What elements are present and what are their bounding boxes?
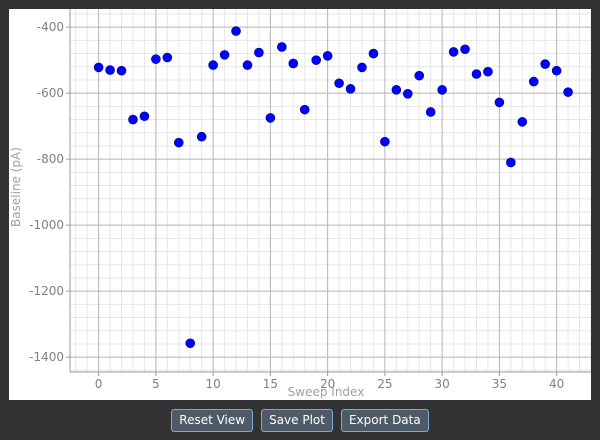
export-data-button[interactable]: Export Data [340, 408, 429, 432]
data-point [105, 65, 115, 75]
x-tick-label: 40 [549, 377, 564, 391]
data-point [311, 55, 321, 65]
y-tick-label: -1200 [29, 284, 64, 298]
data-point [563, 87, 573, 97]
toolbar: Reset View Save Plot Export Data [0, 400, 600, 440]
y-tick-label: -600 [37, 86, 64, 100]
data-point [471, 69, 482, 79]
data-point [196, 131, 207, 142]
data-point [242, 60, 253, 70]
x-tick-label: 15 [263, 377, 278, 391]
data-point [299, 104, 310, 115]
data-point [208, 60, 218, 70]
data-point [494, 97, 505, 108]
plot-panel[interactable]: 0 5 10 15 20 25 30 35 40 -400 -600 -800 -1000 -1200-… [9, 9, 591, 400]
y-tick-label: -800 [37, 152, 64, 166]
data-point [116, 65, 127, 76]
data-point [540, 59, 550, 69]
data-point [437, 85, 447, 95]
data-point [277, 42, 287, 52]
data-point [448, 47, 459, 57]
y-tick-labels: -400 -600 -800 -1000 -1200 -1400 [29, 20, 64, 364]
data-point [528, 76, 539, 87]
x-tick-label: 30 [435, 377, 450, 391]
data-point [357, 62, 367, 73]
data-point [380, 136, 390, 147]
data-point [322, 51, 333, 61]
data-point [162, 52, 173, 63]
y-tick-label: -400 [37, 20, 64, 34]
data-point [231, 26, 241, 36]
x-tick-label: 0 [95, 377, 103, 391]
data-point [254, 47, 264, 58]
data-point [93, 62, 104, 73]
x-axis-label: Sweep Index [288, 385, 365, 399]
x-tick-label: 5 [152, 377, 160, 391]
y-tick-label: -1400 [29, 350, 64, 364]
scatter-plot[interactable]: 0 5 10 15 20 25 30 35 40 -400-600-800-1000-1200-… [9, 9, 591, 400]
reset-view-button[interactable]: Reset View [171, 408, 254, 432]
data-point [402, 89, 413, 99]
data-point [288, 58, 299, 69]
save-plot-button[interactable]: Save Plot [261, 408, 333, 432]
data-point [334, 78, 344, 89]
x-tick-label: 25 [377, 377, 392, 391]
x-tick-label: 35 [492, 377, 507, 391]
data-point [185, 338, 196, 349]
data-point [425, 107, 436, 117]
data-point [414, 70, 425, 81]
data-point [128, 114, 138, 125]
data-point [173, 137, 184, 148]
data-point [391, 85, 402, 95]
x-tick-label: 10 [205, 377, 220, 391]
data-points [93, 26, 573, 349]
data-point [151, 54, 161, 64]
minor-grid [70, 9, 591, 372]
data-point [460, 44, 470, 55]
data-point [483, 66, 493, 77]
data-point [219, 50, 230, 60]
data-point [506, 157, 516, 168]
data-point [368, 48, 379, 59]
data-point [517, 117, 528, 127]
y-tick-label: -1000 [29, 218, 64, 232]
data-point [345, 84, 356, 94]
data-point [265, 113, 276, 123]
data-point [551, 65, 562, 76]
data-point [139, 111, 150, 122]
y-axis-label: Baseline (pA) [9, 147, 23, 227]
